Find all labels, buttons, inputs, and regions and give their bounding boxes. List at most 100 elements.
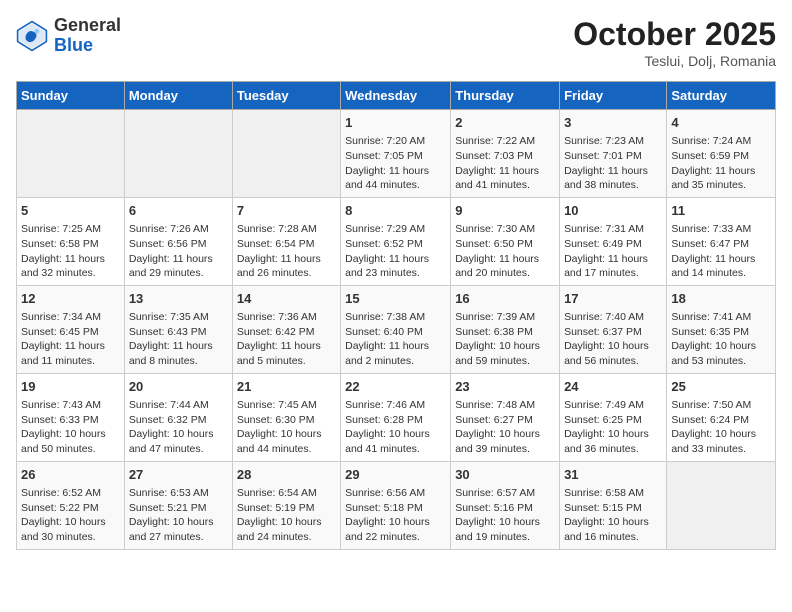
calendar-cell: 12 Sunrise: 7:34 AMSunset: 6:45 PMDayligh… — [17, 285, 125, 373]
calendar-cell: 15 Sunrise: 7:38 AMSunset: 6:40 PMDayligh… — [341, 285, 451, 373]
day-number: 2 — [455, 114, 555, 132]
location: Teslui, Dolj, Romania — [573, 53, 776, 69]
day-number: 8 — [345, 202, 446, 220]
day-number: 5 — [21, 202, 120, 220]
day-number: 22 — [345, 378, 446, 396]
day-number: 25 — [671, 378, 771, 396]
calendar-cell: 26 Sunrise: 6:52 AMSunset: 5:22 PMDayligh… — [17, 461, 125, 549]
day-info: Sunrise: 7:35 AMSunset: 6:43 PMDaylight:… — [129, 310, 228, 369]
day-info: Sunrise: 7:48 AMSunset: 6:27 PMDaylight:… — [455, 398, 555, 457]
calendar-cell: 19 Sunrise: 7:43 AMSunset: 6:33 PMDayligh… — [17, 373, 125, 461]
calendar-cell: 1Sunrise: 7:20 AMSunset: 7:05 PMDaylight… — [341, 110, 451, 198]
day-number: 14 — [237, 290, 336, 308]
day-info: Sunrise: 6:56 AMSunset: 5:18 PMDaylight:… — [345, 486, 446, 545]
day-info: Sunrise: 7:40 AMSunset: 6:37 PMDaylight:… — [564, 310, 662, 369]
calendar-cell: 2 Sunrise: 7:22 AMSunset: 7:03 PMDaylight… — [451, 110, 560, 198]
day-number: 30 — [455, 466, 555, 484]
calendar-cell: 9 Sunrise: 7:30 AMSunset: 6:50 PMDaylight… — [451, 197, 560, 285]
weekday-header-sunday: Sunday — [17, 82, 125, 110]
day-number: 12 — [21, 290, 120, 308]
day-number: 28 — [237, 466, 336, 484]
calendar-cell: 11 Sunrise: 7:33 AMSunset: 6:47 PMDayligh… — [667, 197, 776, 285]
calendar-cell: 30 Sunrise: 6:57 AMSunset: 5:16 PMDayligh… — [451, 461, 560, 549]
day-number: 20 — [129, 378, 228, 396]
calendar-cell: 4 Sunrise: 7:24 AMSunset: 6:59 PMDaylight… — [667, 110, 776, 198]
day-info: Sunrise: 7:23 AMSunset: 7:01 PMDaylight:… — [564, 134, 662, 193]
day-number: 3 — [564, 114, 662, 132]
day-number: 18 — [671, 290, 771, 308]
week-row-2: 5 Sunrise: 7:25 AMSunset: 6:58 PMDaylight… — [17, 197, 776, 285]
day-info: Sunrise: 7:33 AMSunset: 6:47 PMDaylight:… — [671, 222, 771, 281]
logo: General Blue — [16, 16, 121, 56]
title-block: October 2025 Teslui, Dolj, Romania — [573, 16, 776, 69]
day-info: Sunrise: 7:22 AMSunset: 7:03 PMDaylight:… — [455, 134, 555, 193]
day-number: 13 — [129, 290, 228, 308]
calendar-cell: 28 Sunrise: 6:54 AMSunset: 5:19 PMDayligh… — [232, 461, 340, 549]
day-info: Sunrise: 7:24 AMSunset: 6:59 PMDaylight:… — [671, 134, 771, 193]
day-info: Sunrise: 7:30 AMSunset: 6:50 PMDaylight:… — [455, 222, 555, 281]
calendar-cell — [232, 110, 340, 198]
weekday-header-friday: Friday — [560, 82, 667, 110]
calendar-cell: 31 Sunrise: 6:58 AMSunset: 5:15 PMDayligh… — [560, 461, 667, 549]
day-info: Sunrise: 7:43 AMSunset: 6:33 PMDaylight:… — [21, 398, 120, 457]
calendar-cell: 25 Sunrise: 7:50 AMSunset: 6:24 PMDayligh… — [667, 373, 776, 461]
calendar-cell: 18Sunrise: 7:41 AMSunset: 6:35 PMDayligh… — [667, 285, 776, 373]
day-number: 1 — [345, 114, 446, 132]
day-info: Sunrise: 7:36 AMSunset: 6:42 PMDaylight:… — [237, 310, 336, 369]
calendar-cell: 20Sunrise: 7:44 AMSunset: 6:32 PMDayligh… — [124, 373, 232, 461]
calendar-cell: 8 Sunrise: 7:29 AMSunset: 6:52 PMDaylight… — [341, 197, 451, 285]
day-info: Sunrise: 7:50 AMSunset: 6:24 PMDaylight:… — [671, 398, 771, 457]
calendar-cell: 23Sunrise: 7:48 AMSunset: 6:27 PMDayligh… — [451, 373, 560, 461]
day-info: Sunrise: 6:53 AMSunset: 5:21 PMDaylight:… — [129, 486, 228, 545]
day-info: Sunrise: 6:58 AMSunset: 5:15 PMDaylight:… — [564, 486, 662, 545]
day-number: 11 — [671, 202, 771, 220]
day-info: Sunrise: 7:34 AMSunset: 6:45 PMDaylight:… — [21, 310, 120, 369]
day-info: Sunrise: 7:29 AMSunset: 6:52 PMDaylight:… — [345, 222, 446, 281]
day-info: Sunrise: 6:57 AMSunset: 5:16 PMDaylight:… — [455, 486, 555, 545]
calendar-cell: 6 Sunrise: 7:26 AMSunset: 6:56 PMDaylight… — [124, 197, 232, 285]
day-number: 16 — [455, 290, 555, 308]
day-info: Sunrise: 7:28 AMSunset: 6:54 PMDaylight:… — [237, 222, 336, 281]
weekday-header-row: SundayMondayTuesdayWednesdayThursdayFrid… — [17, 82, 776, 110]
calendar-cell: 13 Sunrise: 7:35 AMSunset: 6:43 PMDayligh… — [124, 285, 232, 373]
day-number: 31 — [564, 466, 662, 484]
day-number: 21 — [237, 378, 336, 396]
calendar-cell: 14 Sunrise: 7:36 AMSunset: 6:42 PMDayligh… — [232, 285, 340, 373]
calendar-cell: 21 Sunrise: 7:45 AMSunset: 6:30 PMDayligh… — [232, 373, 340, 461]
calendar-cell — [124, 110, 232, 198]
weekday-header-saturday: Saturday — [667, 82, 776, 110]
page-header: General Blue October 2025 Teslui, Dolj, … — [16, 16, 776, 69]
calendar-cell: 17Sunrise: 7:40 AMSunset: 6:37 PMDayligh… — [560, 285, 667, 373]
logo-icon — [16, 20, 48, 52]
weekday-header-monday: Monday — [124, 82, 232, 110]
calendar-cell: 5 Sunrise: 7:25 AMSunset: 6:58 PMDaylight… — [17, 197, 125, 285]
day-info: Sunrise: 6:52 AMSunset: 5:22 PMDaylight:… — [21, 486, 120, 545]
calendar-cell: 3 Sunrise: 7:23 AMSunset: 7:01 PMDaylight… — [560, 110, 667, 198]
day-info: Sunrise: 7:26 AMSunset: 6:56 PMDaylight:… — [129, 222, 228, 281]
day-number: 27 — [129, 466, 228, 484]
day-number: 26 — [21, 466, 120, 484]
day-number: 19 — [21, 378, 120, 396]
week-row-4: 19 Sunrise: 7:43 AMSunset: 6:33 PMDayligh… — [17, 373, 776, 461]
day-number: 24 — [564, 378, 662, 396]
day-info: Sunrise: 7:38 AMSunset: 6:40 PMDaylight:… — [345, 310, 446, 369]
day-number: 9 — [455, 202, 555, 220]
day-number: 4 — [671, 114, 771, 132]
month-title: October 2025 — [573, 16, 776, 53]
day-info: Sunrise: 7:45 AMSunset: 6:30 PMDaylight:… — [237, 398, 336, 457]
calendar-cell: 29Sunrise: 6:56 AMSunset: 5:18 PMDayligh… — [341, 461, 451, 549]
day-info: Sunrise: 7:25 AMSunset: 6:58 PMDaylight:… — [21, 222, 120, 281]
day-info: Sunrise: 7:31 AMSunset: 6:49 PMDaylight:… — [564, 222, 662, 281]
week-row-1: 1Sunrise: 7:20 AMSunset: 7:05 PMDaylight… — [17, 110, 776, 198]
calendar-cell: 10 Sunrise: 7:31 AMSunset: 6:49 PMDayligh… — [560, 197, 667, 285]
day-info: Sunrise: 6:54 AMSunset: 5:19 PMDaylight:… — [237, 486, 336, 545]
day-number: 6 — [129, 202, 228, 220]
calendar-table: SundayMondayTuesdayWednesdayThursdayFrid… — [16, 81, 776, 550]
week-row-5: 26 Sunrise: 6:52 AMSunset: 5:22 PMDayligh… — [17, 461, 776, 549]
week-row-3: 12 Sunrise: 7:34 AMSunset: 6:45 PMDayligh… — [17, 285, 776, 373]
calendar-cell — [17, 110, 125, 198]
day-number: 10 — [564, 202, 662, 220]
calendar-cell: 16Sunrise: 7:39 AMSunset: 6:38 PMDayligh… — [451, 285, 560, 373]
day-number: 15 — [345, 290, 446, 308]
day-info: Sunrise: 7:46 AMSunset: 6:28 PMDaylight:… — [345, 398, 446, 457]
